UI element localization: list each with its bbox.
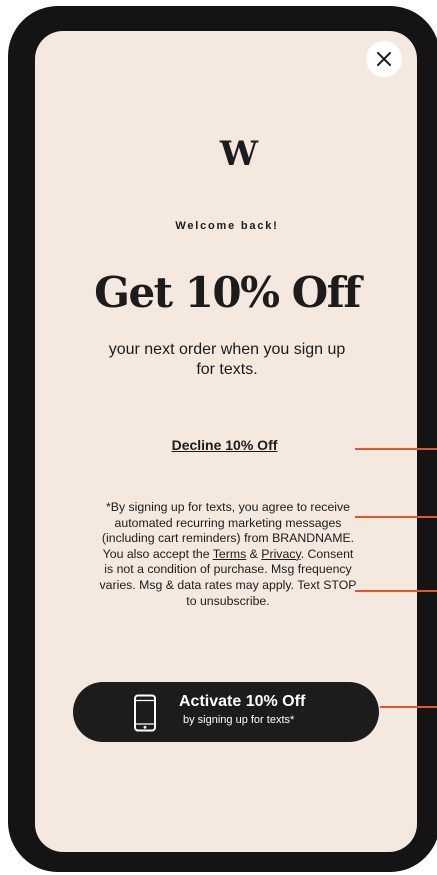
welcome-eyebrow: Welcome back! xyxy=(175,220,279,232)
activate-offer-subtitle: by signing up for texts* xyxy=(183,714,295,726)
terms-link[interactable]: Terms xyxy=(213,547,246,561)
annotation-line-cta xyxy=(380,706,437,708)
mobile-phone-icon xyxy=(134,694,156,732)
offer-headline: Get 10% Off xyxy=(94,268,361,317)
annotation-line-decline xyxy=(355,448,437,450)
disclaimer-ampersand: & xyxy=(246,546,262,561)
annotation-line-terms xyxy=(355,590,437,592)
close-icon xyxy=(377,52,391,66)
activate-offer-button[interactable]: Activate 10% Off by signing up for texts… xyxy=(73,682,379,742)
activate-offer-title: Activate 10% Off xyxy=(179,693,306,710)
offer-subhead: your next order when you sign up for tex… xyxy=(108,341,346,378)
brand-logo: W xyxy=(219,134,258,174)
privacy-link[interactable]: Privacy xyxy=(261,547,300,561)
sms-disclaimer: *By signing up for texts, you agree to r… xyxy=(98,500,358,609)
close-button[interactable] xyxy=(366,41,402,77)
decline-link[interactable]: Decline 10% Off xyxy=(0,437,437,453)
annotation-line-disclaimer xyxy=(355,516,437,518)
